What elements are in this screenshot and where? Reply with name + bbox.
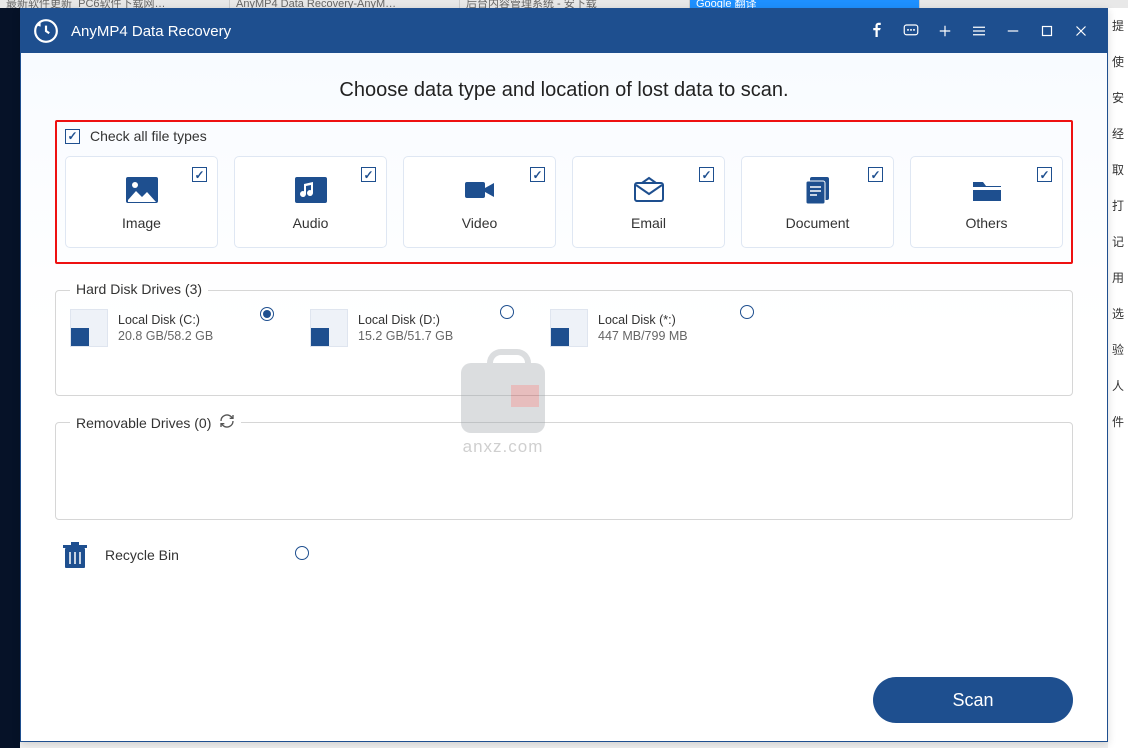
app-body: Choose data type and location of lost da… [21, 53, 1107, 741]
hdd-section: Hard Disk Drives (3) Local Disk (C:) 20.… [55, 290, 1073, 396]
app-window: AnyMP4 Data Recovery Choose data type an… [20, 8, 1108, 742]
filetype-card-video[interactable]: Video [403, 156, 556, 248]
filetype-checkbox[interactable] [1037, 167, 1052, 182]
scan-button[interactable]: Scan [873, 677, 1073, 723]
drive-radio[interactable] [260, 307, 274, 321]
filetype-checkbox[interactable] [530, 167, 545, 182]
hdd-legend: Hard Disk Drives (3) [70, 281, 208, 297]
drive-radio[interactable] [740, 305, 754, 319]
share-facebook-icon[interactable] [863, 17, 891, 45]
filetype-label: Email [631, 215, 666, 231]
filetype-label: Others [965, 215, 1007, 231]
filetype-card-image[interactable]: Image [65, 156, 218, 248]
menu-icon[interactable] [965, 17, 993, 45]
drive-name: Local Disk (D:) [358, 313, 453, 327]
filetype-checkbox[interactable] [192, 167, 207, 182]
feedback-icon[interactable] [897, 17, 925, 45]
filetype-checkbox[interactable] [868, 167, 883, 182]
close-button[interactable] [1067, 17, 1095, 45]
filetype-checkbox[interactable] [361, 167, 376, 182]
check-all-row[interactable]: Check all file types [65, 128, 1063, 144]
filetype-label: Video [462, 215, 498, 231]
filetype-label: Image [122, 215, 161, 231]
image-icon [125, 175, 159, 205]
filetype-card-document[interactable]: Document [741, 156, 894, 248]
folder-icon [970, 175, 1004, 205]
disk-icon [70, 309, 108, 347]
drive-name: Local Disk (C:) [118, 313, 213, 327]
drive-item[interactable]: Local Disk (D:) 15.2 GB/51.7 GB [310, 309, 510, 381]
browser-tab[interactable]: 最新软件更新_PC6软件下载网… [0, 0, 230, 8]
filetype-section-highlight: Check all file types Image Audio [55, 120, 1073, 264]
check-all-checkbox[interactable] [65, 129, 80, 144]
audio-icon [294, 175, 328, 205]
drive-item[interactable]: Local Disk (*:) 447 MB/799 MB [550, 309, 750, 381]
drive-size: 15.2 GB/51.7 GB [358, 329, 453, 343]
recycle-bin-icon [61, 540, 89, 570]
minimize-button[interactable] [999, 17, 1027, 45]
recycle-bin-radio[interactable] [295, 546, 309, 560]
drive-name: Local Disk (*:) [598, 313, 688, 327]
filetype-label: Audio [293, 215, 329, 231]
drive-radio[interactable] [500, 305, 514, 319]
drive-item[interactable]: Local Disk (C:) 20.8 GB/58.2 GB [70, 309, 270, 381]
maximize-button[interactable] [1033, 17, 1061, 45]
browser-tab[interactable]: Google 翻译 [690, 0, 920, 8]
desktop-background [0, 8, 20, 748]
removable-legend: Removable Drives (0) [70, 413, 241, 432]
video-icon [463, 175, 497, 205]
removable-section: Removable Drives (0) [55, 422, 1073, 520]
disk-icon [310, 309, 348, 347]
titlebar: AnyMP4 Data Recovery [21, 9, 1107, 53]
disk-icon [550, 309, 588, 347]
browser-tab[interactable]: 后台内容管理系统 - 安下载 [460, 0, 690, 8]
browser-tabstrip: 最新软件更新_PC6软件下载网… AnyMP4 Data Recovery-An… [0, 0, 1128, 8]
filetype-card-email[interactable]: Email [572, 156, 725, 248]
document-icon [801, 175, 835, 205]
filetype-label: Document [786, 215, 850, 231]
background-page-edge: 提使安 经取打 记用选 验人件 [1108, 8, 1128, 748]
plus-icon[interactable] [931, 17, 959, 45]
filetype-card-audio[interactable]: Audio [234, 156, 387, 248]
email-icon [632, 175, 666, 205]
drive-size: 20.8 GB/58.2 GB [118, 329, 213, 343]
recycle-bin-label: Recycle Bin [105, 547, 179, 563]
browser-tab[interactable]: AnyMP4 Data Recovery-AnyM… [230, 0, 460, 8]
filetype-card-others[interactable]: Others [910, 156, 1063, 248]
check-all-label: Check all file types [90, 128, 207, 144]
filetype-checkbox[interactable] [699, 167, 714, 182]
app-logo-icon [33, 18, 59, 44]
drive-size: 447 MB/799 MB [598, 329, 688, 343]
app-title: AnyMP4 Data Recovery [71, 23, 857, 40]
filetype-cards: Image Audio Video [65, 156, 1063, 248]
recycle-bin-row[interactable]: Recycle Bin [61, 540, 1073, 570]
page-heading: Choose data type and location of lost da… [55, 79, 1073, 102]
refresh-icon[interactable] [219, 413, 235, 432]
